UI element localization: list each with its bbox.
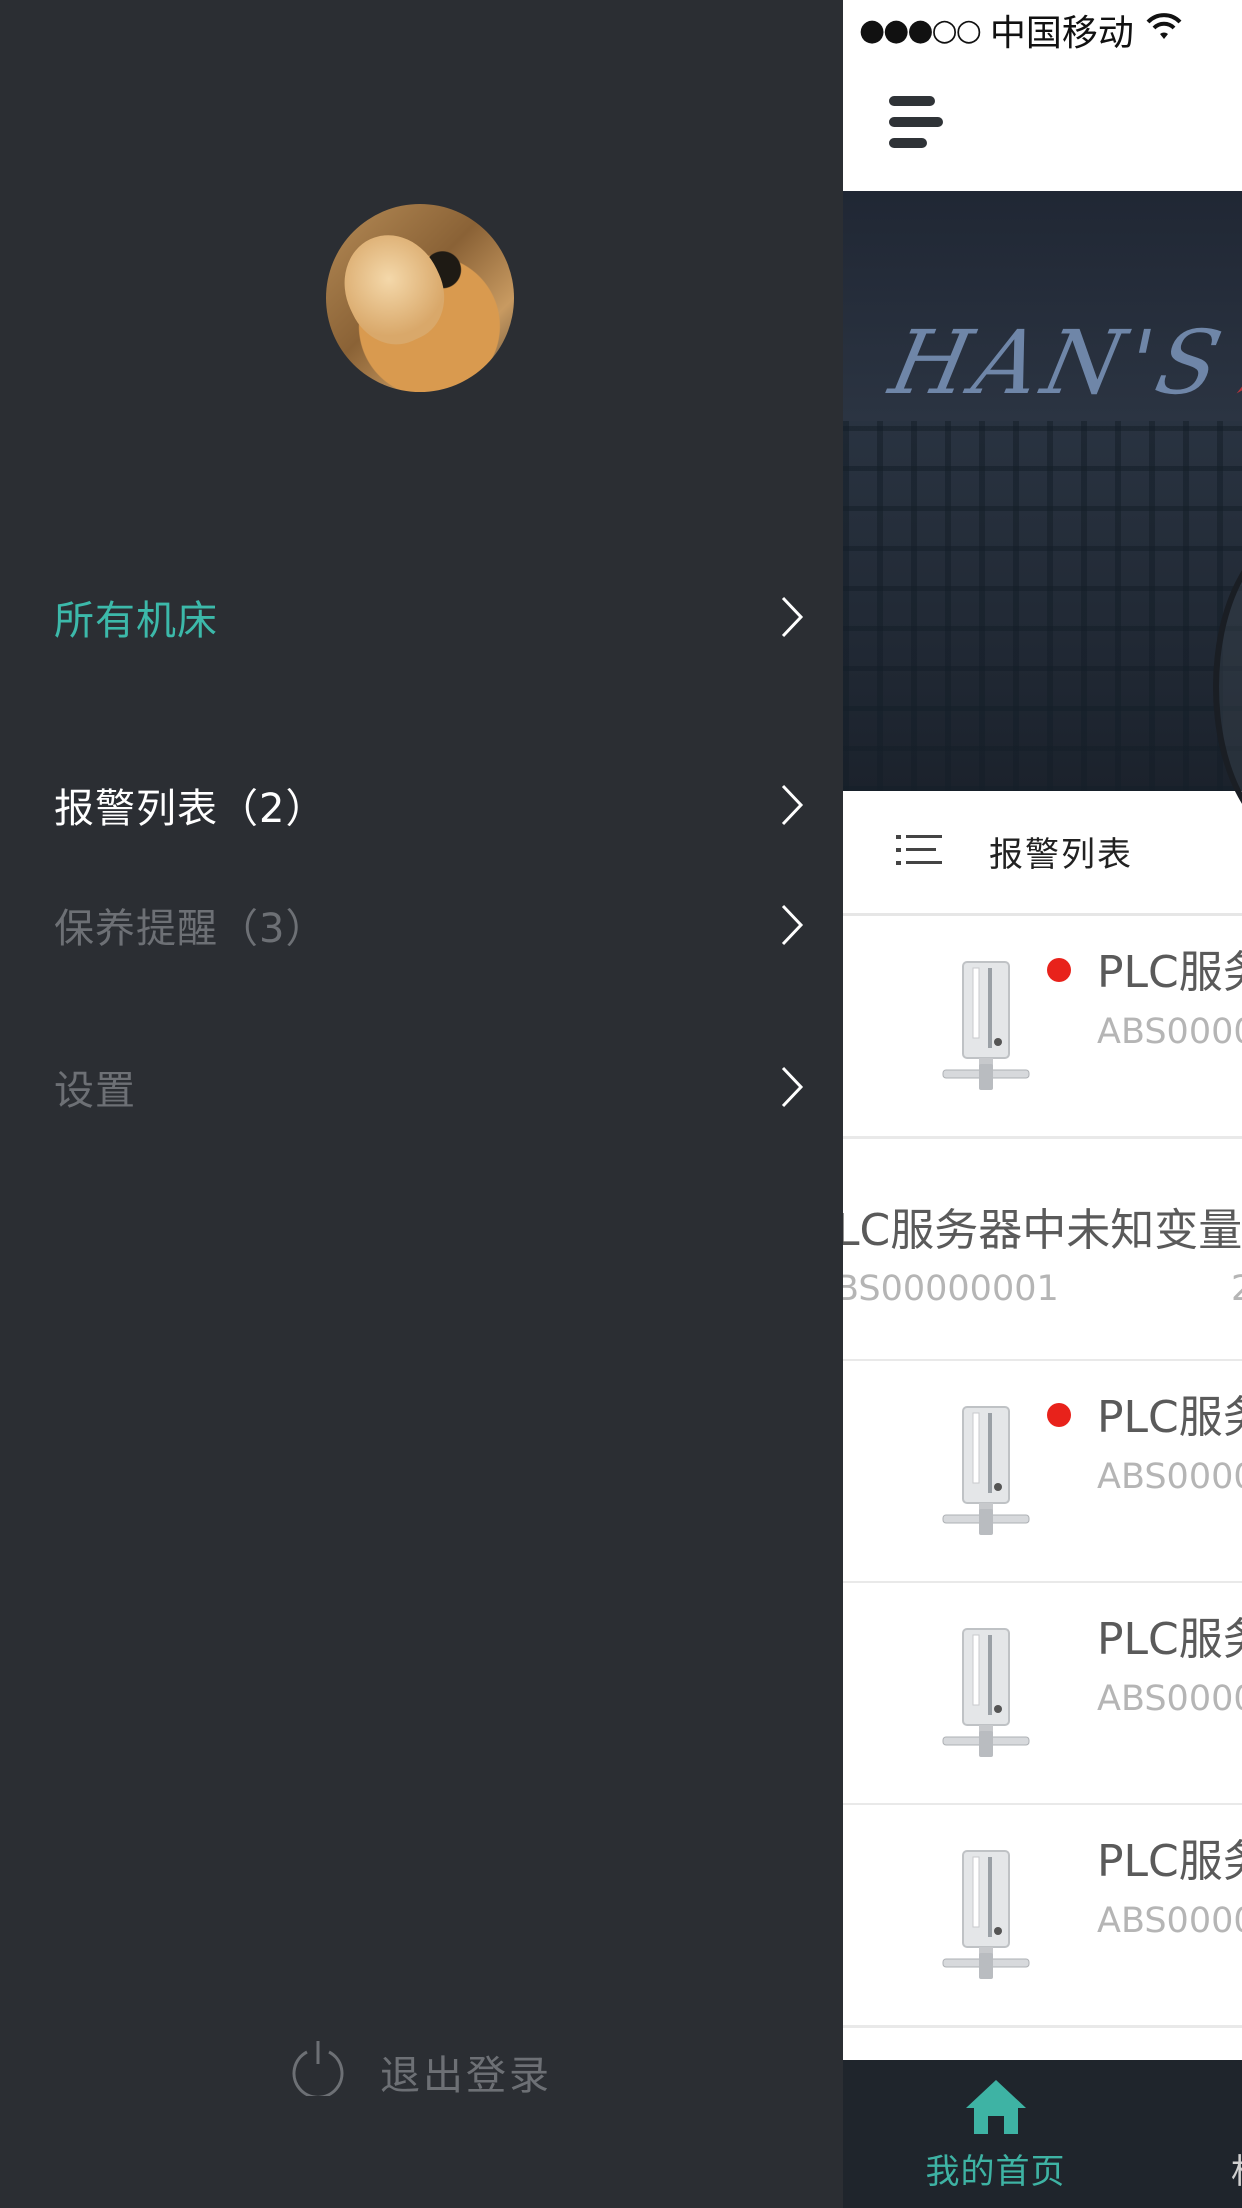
alarm-row[interactable]: LC服务器中未知变量 BS00000001 2 [843, 1139, 1242, 1362]
list-icon [896, 833, 942, 871]
wifi-icon [1144, 10, 1184, 51]
alarm-row[interactable]: PLC服务 ABS0000 [843, 916, 1242, 1139]
menu-item-label: 保养提醒（3） [54, 906, 327, 952]
banner-sign: HAN'S★ [882, 311, 1242, 414]
alarm-row[interactable]: PLC服务 ABS0000 [843, 1361, 1242, 1584]
tab-home-label: 我的首页 [925, 2152, 1066, 2192]
device-code: ABS0000 [1097, 1457, 1242, 1497]
avatar[interactable] [326, 204, 514, 392]
side-drawer: 所有机床 报警列表（2） 保养提醒（3） 设置 退出登录 [0, 0, 843, 2208]
status-bar: ●●●○○ 中国移动 [843, 0, 1242, 60]
device-name: PLC服务 [1097, 1614, 1242, 1665]
tab-next[interactable]: 机 [1231, 2144, 1242, 2193]
banner-image: HAN'S★ [843, 191, 1242, 843]
tab-next-label: 机 [1231, 2152, 1242, 2192]
carrier-name: 中国移动 [989, 13, 1134, 54]
plc-server-icon [941, 960, 1031, 1096]
menu-item-settings[interactable]: 设置 [54, 1058, 804, 1116]
alarm-status-dot [1047, 1403, 1071, 1427]
menu-toggle-icon[interactable] [889, 96, 943, 148]
chevron-right-icon [780, 595, 804, 639]
device-code: ABS0000 [1097, 1012, 1242, 1052]
device-code: ABS0000 [1097, 1679, 1242, 1719]
device-name: PLC服务 [1097, 1836, 1242, 1887]
home-icon [964, 2080, 1028, 2140]
chevron-right-icon [780, 783, 804, 827]
device-name: PLC服务 [1097, 947, 1242, 998]
avatar-photo [327, 219, 460, 359]
menu-item-label: 设置 [54, 1068, 136, 1114]
power-icon [290, 2038, 346, 2106]
alarm-row[interactable]: PLC服务 ABS0000 [843, 1805, 1242, 2028]
alarm-row[interactable]: PLC服务 ABS0000 [843, 1583, 1242, 1806]
tab-home[interactable]: 我的首页 [913, 2078, 1078, 2193]
chevron-right-icon [780, 1065, 804, 1109]
device-code: BS00000001 [843, 1269, 1059, 1309]
main-panel: ●●●○○ 中国移动 HAN'S★ 报警列表 PLC服 ABS0000 LC服务… [843, 0, 1242, 2208]
signal-strength: ●●●○○ [859, 12, 982, 48]
menu-item-all-machines[interactable]: 所有机床 [54, 588, 804, 646]
menu-item-label: 报警列表（2） [54, 786, 327, 832]
menu-item-maintenance-reminder[interactable]: 保养提醒（3） [54, 896, 804, 954]
chevron-right-icon [780, 903, 804, 947]
device-name: PLC服务 [1097, 1392, 1242, 1443]
menu-item-alarm-list[interactable]: 报警列表（2） [54, 776, 804, 834]
plc-server-icon [941, 1627, 1031, 1763]
alarm-list-header: 报警列表 [843, 791, 1242, 916]
alarm-status-dot [1047, 958, 1071, 982]
plc-server-icon [941, 1849, 1031, 1985]
section-title: 报警列表 [989, 835, 1133, 875]
device-code: ABS0000 [1097, 1901, 1242, 1941]
menu-item-label: 所有机床 [54, 598, 218, 644]
row-extra-value: 2 [1231, 1269, 1242, 1309]
bottom-tab-bar: 我的首页 机 [843, 2060, 1242, 2208]
logout-label: 退出登录 [380, 2053, 552, 2099]
logout-button[interactable]: 退出登录 [290, 2038, 552, 2106]
device-name: LC服务器中未知变量 [843, 1205, 1242, 1256]
plc-server-icon [941, 1405, 1031, 1541]
